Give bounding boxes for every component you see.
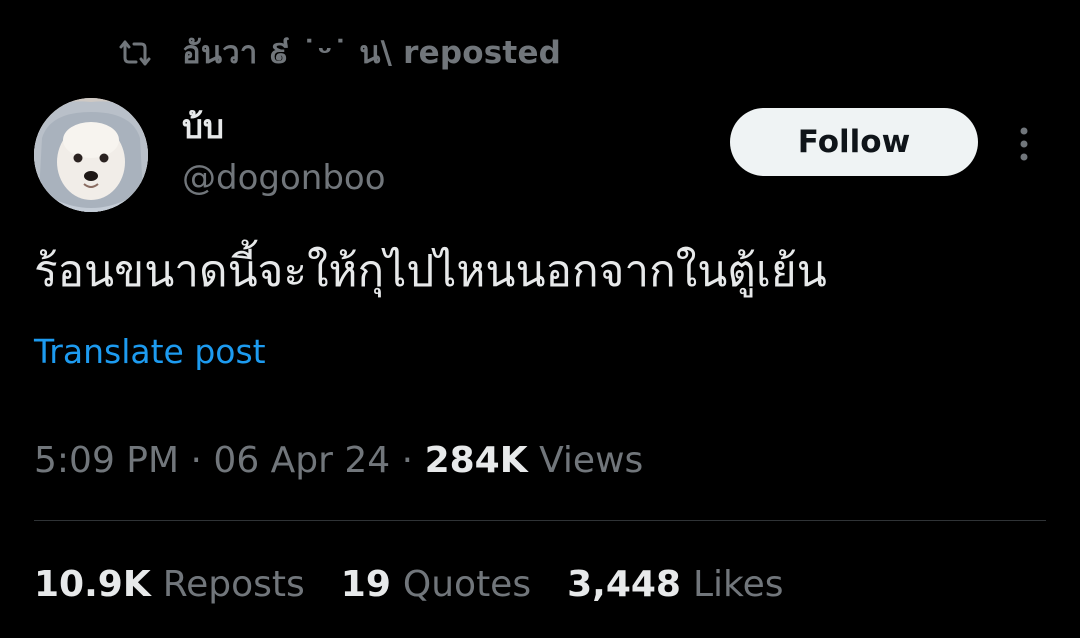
reposts-label: Reposts bbox=[162, 564, 305, 605]
meta-separator: · bbox=[401, 440, 414, 481]
views-count: 284K bbox=[424, 440, 528, 481]
engagement-stats: 10.9K Reposts 19 Quotes 3,448 Likes bbox=[34, 560, 820, 610]
quotes-count: 19 bbox=[340, 564, 391, 605]
user-handle[interactable]: @dogonboo bbox=[182, 154, 386, 202]
display-name[interactable]: บ้บ bbox=[182, 104, 386, 150]
likes-count: 3,448 bbox=[567, 564, 681, 605]
divider bbox=[34, 520, 1046, 521]
post-time[interactable]: 5:09 PM bbox=[34, 440, 179, 481]
reposts-stat[interactable]: 10.9K Reposts bbox=[34, 560, 305, 610]
user-info: บ้บ @dogonboo bbox=[182, 104, 386, 202]
repost-text: อันวา ៩ ˙ᵕ˙ น\ reposted bbox=[182, 35, 562, 71]
post-meta: 5:09 PM · 06 Apr 24 · 284K Views bbox=[34, 436, 643, 486]
meta-separator: · bbox=[190, 440, 202, 481]
avatar[interactable] bbox=[34, 98, 148, 212]
post-text: ร้อนขนาดนี้จะให้กุไปไหนนอกจากในตู้เย้น bbox=[34, 246, 827, 297]
likes-label: Likes bbox=[692, 564, 784, 605]
reposts-count: 10.9K bbox=[34, 564, 151, 605]
quotes-label: Quotes bbox=[402, 564, 532, 605]
more-options-button[interactable] bbox=[1008, 122, 1040, 166]
repost-banner[interactable]: อันวา ៩ ˙ᵕ˙ น\ reposted bbox=[118, 30, 561, 76]
follow-button[interactable]: Follow bbox=[730, 108, 978, 176]
likes-stat[interactable]: 3,448 Likes bbox=[567, 560, 783, 610]
post-date[interactable]: 06 Apr 24 bbox=[213, 440, 390, 481]
more-vertical-icon bbox=[1020, 127, 1028, 161]
repost-icon bbox=[118, 38, 152, 68]
dog-avatar-icon bbox=[34, 98, 148, 212]
views-label: Views bbox=[539, 440, 644, 481]
quotes-stat[interactable]: 19 Quotes bbox=[341, 560, 531, 610]
translate-post-link[interactable]: Translate post bbox=[34, 330, 266, 374]
